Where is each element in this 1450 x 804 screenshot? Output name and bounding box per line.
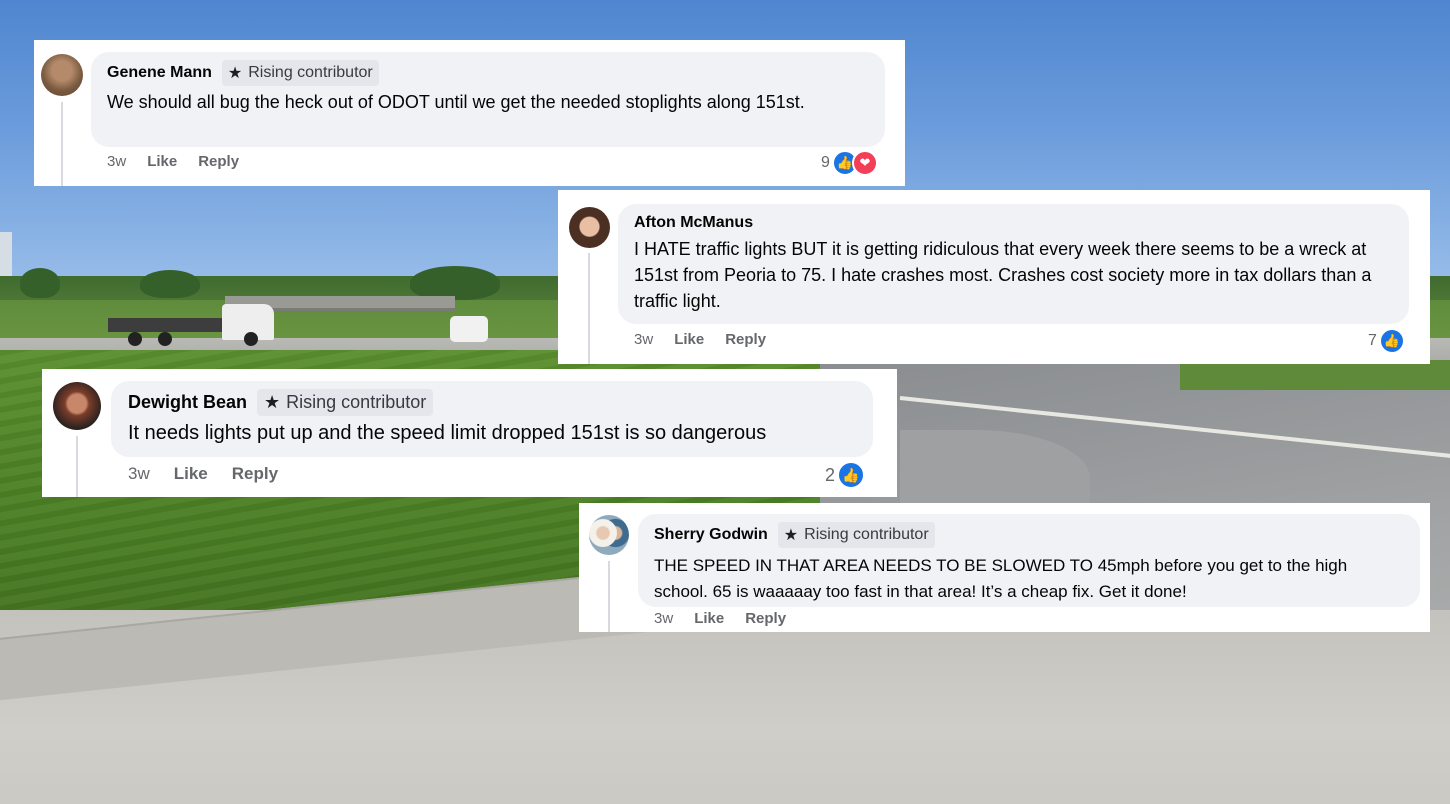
comment-author[interactable]: Genene Mann [107,64,212,82]
avatar[interactable] [569,207,610,248]
avatar[interactable] [589,515,629,555]
thread-line [608,561,610,632]
comment-actions: 3w Like Reply [654,610,786,627]
reply-button[interactable]: Reply [725,331,766,348]
comment-author[interactable]: Sherry Godwin [654,526,768,544]
reaction-summary[interactable]: 9 👍 ❤ [821,150,878,176]
truck-wheel [128,332,142,346]
tree [410,266,500,300]
rising-contributor-badge[interactable]: ★ Rising contributor [221,60,379,86]
badge-label: Rising contributor [248,64,373,81]
tree [20,268,60,298]
white-suv [450,316,488,342]
comment-card: Sherry Godwin ★ Rising contributor THE S… [579,503,1430,632]
comment-text: It needs lights put up and the speed lim… [128,422,767,444]
reaction-summary[interactable]: 7 👍 [1368,328,1405,354]
like-button[interactable]: Like [147,153,177,170]
reaction-count: 2 [825,464,836,485]
like-button[interactable]: Like [174,464,208,484]
star-icon: ★ [783,527,799,544]
reply-button[interactable]: Reply [198,153,239,170]
truck-wheel [244,332,258,346]
comment-card: Dewight Bean ★ Rising contributor It nee… [42,369,897,497]
reaction-count: 9 [821,154,830,171]
distant-building [0,232,12,278]
reply-button[interactable]: Reply [232,464,278,484]
comment-bubble: Sherry Godwin ★ Rising contributor THE S… [638,514,1420,607]
comment-timestamp[interactable]: 3w [107,153,126,170]
star-icon: ★ [264,392,281,412]
comment-bubble: Afton McManus I HATE traffic lights BUT … [618,204,1409,324]
comment-card: Genene Mann ★ Rising contributor We shou… [34,40,905,186]
comment-author[interactable]: Dewight Bean [128,392,247,413]
comment-text: We should all bug the heck out of ODOT u… [107,92,805,112]
comment-text: THE SPEED IN THAT AREA NEEDS TO BE SLOWE… [654,556,1348,601]
comment-author[interactable]: Afton McManus [634,214,753,232]
star-icon: ★ [227,65,243,82]
comment-actions: 3w Like Reply [107,153,239,170]
avatar[interactable] [53,382,101,430]
comment-actions: 3w Like Reply [634,331,766,348]
reaction-count: 7 [1368,332,1377,349]
like-icon: 👍 [1378,328,1405,354]
thread-line [588,253,590,364]
reply-button[interactable]: Reply [745,610,786,627]
love-icon: ❤ [851,150,878,176]
like-button[interactable]: Like [694,610,724,627]
thread-line [61,102,63,186]
flatbed-truck [108,318,228,332]
roadside-grass [1180,360,1450,390]
comment-timestamp[interactable]: 3w [634,331,653,348]
reaction-summary[interactable]: 2 👍 [825,461,866,489]
rising-contributor-badge[interactable]: ★ Rising contributor [257,389,434,416]
thread-line [76,436,78,497]
avatar[interactable] [41,54,83,96]
comment-card: Afton McManus I HATE traffic lights BUT … [558,190,1430,364]
comment-bubble: Dewight Bean ★ Rising contributor It nee… [111,381,873,457]
rising-contributor-badge[interactable]: ★ Rising contributor [777,522,935,548]
comment-timestamp[interactable]: 3w [654,610,673,627]
tree [140,270,200,298]
comment-actions: 3w Like Reply [128,464,278,484]
comment-bubble: Genene Mann ★ Rising contributor We shou… [91,52,885,147]
comment-text: I HATE traffic lights BUT it is getting … [634,239,1372,311]
like-icon: 👍 [837,461,866,489]
badge-label: Rising contributor [286,392,427,412]
comment-timestamp[interactable]: 3w [128,464,150,484]
like-button[interactable]: Like [674,331,704,348]
badge-label: Rising contributor [804,526,929,543]
truck-wheel [158,332,172,346]
